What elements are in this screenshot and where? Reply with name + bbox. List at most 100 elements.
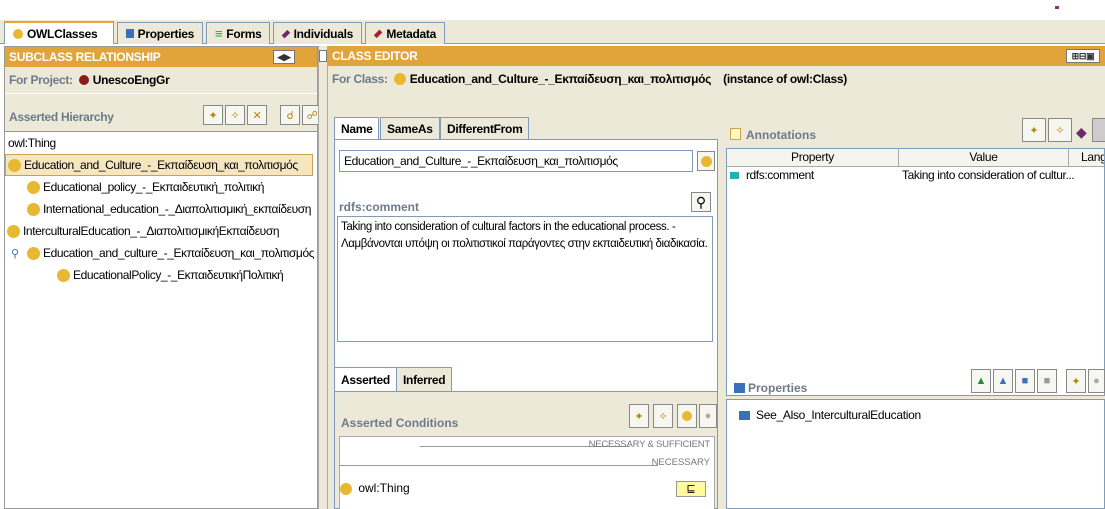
- table-row[interactable]: rdfs:comment Taking into consideration o…: [727, 168, 1104, 184]
- tab-forms[interactable]: ≡ Forms: [206, 22, 270, 44]
- add-named-class-icon[interactable]: [677, 404, 697, 428]
- class-dot-icon: [7, 224, 20, 238]
- tree-node[interactable]: InterculturalEducation_-_ΔιαπολιτισμικήΕ…: [5, 220, 317, 242]
- add-annotation-value-icon[interactable]: ✧: [1048, 118, 1072, 142]
- remove-restriction-icon[interactable]: ●: [1088, 369, 1105, 393]
- properties-title: Properties: [748, 381, 808, 395]
- tab-label: SameAs: [387, 121, 433, 136]
- properties-list: See_Also_InterculturalEducation: [726, 399, 1105, 509]
- collapse-panel-icon[interactable]: ◀▶: [273, 50, 295, 64]
- for-class-label: For Class:: [332, 72, 388, 86]
- necessary-sufficient-label: NECESSARY & SUFFICIENT: [588, 439, 711, 450]
- hierarchy-label: Asserted Hierarchy: [9, 109, 114, 124]
- class-editor-header: CLASS EDITOR ⊞⊟▣: [328, 46, 1105, 66]
- create-subclass-icon[interactable]: ✦: [203, 105, 223, 125]
- tree-node[interactable]: EducationalPolicy_-_ΕκπαιδευτικήΠολιτική: [5, 264, 317, 286]
- tree-node-selected[interactable]: Education_and_Culture_-_Εκπαίδευση_και_π…: [5, 154, 313, 176]
- tab-label: Name: [341, 121, 373, 136]
- tree-expander-icon[interactable]: ⚲: [11, 247, 27, 260]
- tab-label: Asserted: [341, 372, 390, 387]
- property-name: See_Also_InterculturalEducation: [756, 408, 921, 422]
- create-restriction-icon[interactable]: ✦: [629, 404, 649, 428]
- class-dot-icon: [8, 158, 21, 172]
- split-divider[interactable]: [318, 46, 328, 509]
- instance-text: (instance of owl:Class): [723, 72, 847, 86]
- property-square-icon: [126, 29, 134, 38]
- properties-area: Properties ▲ ▲ ■ ■ ✦ ● See_Also_Intercul…: [726, 369, 1105, 509]
- subclass-panel-header: SUBCLASS RELATIONSHIP ◀▶: [5, 47, 317, 67]
- tab-label: DifferentFrom: [447, 121, 523, 136]
- tab-owlclasses[interactable]: OWLClasses: [4, 21, 114, 44]
- annotations-table: Property Value Lang rdfs:comment Taking …: [726, 148, 1105, 396]
- create-sibling-icon[interactable]: ✧: [225, 105, 245, 125]
- remove-condition-icon[interactable]: ●: [699, 404, 717, 428]
- class-dot-icon: [57, 268, 70, 282]
- comment-textarea[interactable]: Taking into consideration of cultural fa…: [337, 216, 713, 342]
- annotation-note-icon: [730, 128, 741, 140]
- tab-sameas[interactable]: SameAs: [380, 117, 440, 139]
- edit-comment-icon[interactable]: ⚲: [691, 192, 711, 212]
- class-editor-panel: CLASS EDITOR ⊞⊟▣ For Class: Education_an…: [328, 46, 1105, 509]
- asserted-conditions-label: Asserted Conditions: [341, 416, 459, 430]
- tree-node-label: Educational_policy_-_Εκπαιδευτική_πολιτι…: [43, 180, 264, 194]
- column-header-lang[interactable]: Lang: [1069, 149, 1104, 167]
- add-annotation-icon[interactable]: ✦: [1022, 118, 1046, 142]
- condition-item: owl:Thing: [358, 481, 410, 495]
- panel-controls-icon[interactable]: ⊞⊟▣: [1066, 49, 1100, 63]
- remove-property-icon[interactable]: ■: [1037, 369, 1057, 393]
- tab-differentfrom[interactable]: DifferentFrom: [440, 117, 530, 139]
- delete-annotation-icon[interactable]: [1092, 118, 1105, 142]
- rdfs-comment-label: rdfs:comment: [339, 200, 420, 214]
- tree-node[interactable]: Educational_policy_-_Εκπαιδευτική_πολιτι…: [5, 176, 317, 198]
- tab-properties[interactable]: Properties: [117, 22, 203, 44]
- column-header-value[interactable]: Value: [899, 149, 1069, 167]
- comment-text: Taking into consideration of cultural fa…: [341, 221, 708, 250]
- name-field[interactable]: Education_and_Culture_-_Εκπαίδευση_και_π…: [339, 150, 693, 172]
- conditions-list: NECESSARY & SUFFICIENT NECESSARY owl:Thi…: [339, 436, 715, 509]
- tab-label: Individuals: [293, 26, 354, 41]
- tree-node-label: InterculturalEducation_-_ΔιαπολιτισμικήΕ…: [23, 224, 280, 238]
- create-condition-icon[interactable]: ✧: [653, 404, 673, 428]
- class-tree: owl:Thing Education_and_Culture_-_Εκπαίδ…: [5, 131, 317, 286]
- tree-node-label: Education_and_culture_-_Εκπαίδευση_και_π…: [43, 246, 315, 260]
- subclass-badge: ⊑: [676, 481, 706, 497]
- divider-grip-icon[interactable]: [319, 50, 327, 62]
- tree-node[interactable]: ⚲ Education_and_culture_-_Εκπαίδευση_και…: [5, 242, 317, 264]
- tree-node-label: owl:Thing: [8, 136, 56, 150]
- project-label: For Project:: [9, 73, 73, 87]
- add-datatype-property-icon[interactable]: ▲: [993, 369, 1013, 393]
- tree-node[interactable]: International_education_-_Διαπολιτισμική…: [5, 198, 317, 220]
- property-restriction-icon[interactable]: ✦: [1066, 369, 1086, 393]
- tab-metadata[interactable]: Metadata: [365, 22, 445, 44]
- tab-label: Inferred: [403, 372, 446, 387]
- resize-corner-mark: [1055, 6, 1059, 9]
- property-square-icon: [734, 383, 745, 393]
- individual-diamond-icon: [281, 29, 290, 38]
- necessary-label: NECESSARY: [651, 457, 710, 468]
- class-name: Education_and_Culture_-_Εκπαίδευση_και_π…: [409, 72, 712, 86]
- class-dot-icon: [340, 482, 352, 495]
- class-circle-icon: [13, 28, 23, 39]
- subclass-panel: SUBCLASS RELATIONSHIP ◀▶ For Project: Un…: [4, 46, 322, 509]
- annotation-value: Taking into consideration of cultur...: [902, 168, 1075, 182]
- column-header-property[interactable]: Property: [727, 149, 899, 167]
- add-object-property-icon[interactable]: ■: [1015, 369, 1035, 393]
- class-dot-icon: [393, 73, 406, 85]
- lightbulb-icon[interactable]: [697, 151, 715, 171]
- class-dot-icon: [27, 246, 40, 260]
- tab-inferred[interactable]: Inferred: [396, 367, 453, 391]
- annotation-individual-icon[interactable]: ◆: [1076, 124, 1087, 141]
- tab-individuals[interactable]: Individuals: [273, 22, 362, 44]
- delete-class-icon[interactable]: ✕: [247, 105, 267, 125]
- tab-label: Metadata: [386, 26, 436, 41]
- tree-node-label: Education_and_Culture_-_Εκπαίδευση_και_π…: [24, 158, 298, 172]
- find-class-icon[interactable]: ☌: [280, 105, 300, 125]
- condition-row[interactable]: owl:Thing ⊑: [340, 481, 714, 499]
- list-item[interactable]: See_Also_InterculturalEducation: [739, 408, 921, 422]
- tab-name[interactable]: Name: [334, 117, 380, 139]
- tab-label: OWLClasses: [27, 26, 98, 41]
- tab-asserted[interactable]: Asserted: [334, 367, 397, 391]
- annotation-property-icon: [730, 172, 739, 180]
- add-property-icon[interactable]: ▲: [971, 369, 991, 393]
- tree-node-owl-thing[interactable]: owl:Thing: [5, 132, 317, 154]
